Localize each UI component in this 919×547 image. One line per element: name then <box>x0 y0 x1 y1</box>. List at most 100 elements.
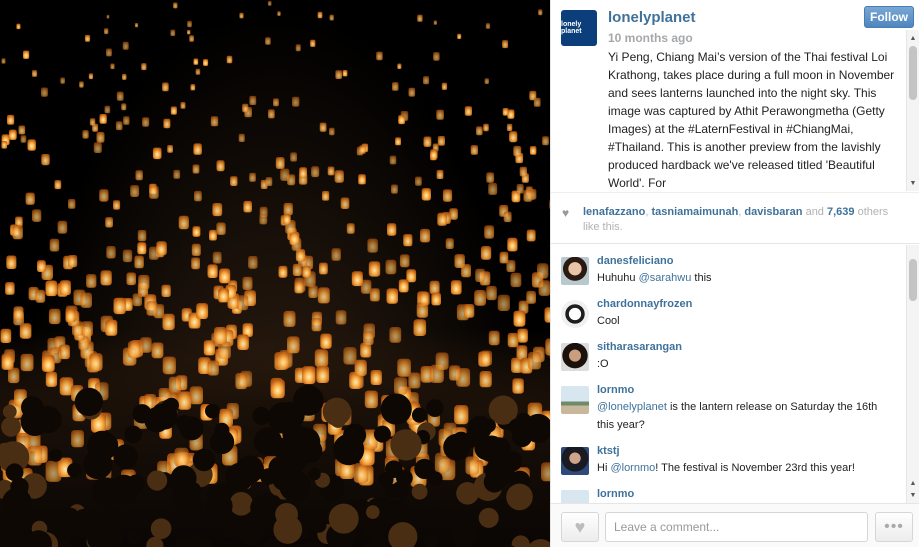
lantern-shape <box>13 306 24 320</box>
comments-list: danesfeliciano Huhuhu @sarahwu this char… <box>551 245 919 503</box>
liker-link[interactable]: tasniamaimunah <box>651 206 738 218</box>
lantern-shape <box>319 122 327 132</box>
lantern-shape <box>193 143 202 155</box>
lantern-shape <box>431 292 441 306</box>
comment-mention[interactable]: @lonelyplanet <box>597 401 667 413</box>
lantern-shape <box>265 177 273 186</box>
lantern-shape <box>429 280 440 295</box>
lantern-shape <box>499 251 509 264</box>
scroll-up-icon[interactable]: ▲ <box>907 477 919 489</box>
post-timestamp[interactable]: 10 months ago <box>608 31 693 45</box>
avatar[interactable] <box>561 490 589 503</box>
avatar[interactable] <box>561 447 589 475</box>
lantern-shape <box>189 386 203 405</box>
lantern-shape <box>100 270 112 286</box>
lantern-shape <box>273 98 279 107</box>
crowd-silhouette <box>229 492 253 516</box>
lantern-shape <box>290 152 297 162</box>
avatar[interactable] <box>561 257 589 285</box>
lantern-shape <box>526 229 536 242</box>
crowd-silhouette <box>390 429 422 461</box>
lantern-shape <box>302 366 316 384</box>
crowd-silhouette <box>322 397 352 426</box>
comment-username[interactable]: chardonnayfrozen <box>597 298 692 310</box>
crowd-silhouette <box>236 455 264 484</box>
lantern-shape <box>479 371 492 388</box>
lantern-shape <box>433 20 437 25</box>
crowd-silhouette <box>124 425 143 444</box>
lantern-shape <box>230 176 238 186</box>
comment-mention[interactable]: @sarahwu <box>639 272 692 284</box>
comment-username[interactable]: sitharasarangan <box>597 341 682 353</box>
post-username[interactable]: lonelyplanet <box>608 9 696 26</box>
lantern-shape <box>294 280 304 294</box>
liker-link[interactable]: davisbaran <box>744 206 802 218</box>
crowd-silhouette <box>378 472 394 488</box>
lantern-shape <box>71 430 84 448</box>
comment-username[interactable]: lornmo <box>597 384 634 396</box>
scroll-down-icon[interactable]: ▼ <box>907 489 919 501</box>
lantern-shape <box>105 319 118 336</box>
lantern-shape <box>115 121 123 131</box>
lantern-shape <box>267 0 272 6</box>
comment-username[interactable]: danesfeliciano <box>597 255 673 267</box>
lantern-shape <box>249 172 256 182</box>
crowd-silhouette <box>83 449 113 480</box>
lantern-shape <box>170 29 176 36</box>
lantern-shape <box>239 12 244 19</box>
crowd-silhouette <box>113 444 138 470</box>
like-button[interactable]: ♥ <box>561 512 599 542</box>
lantern-shape <box>127 341 141 358</box>
likes-count[interactable]: 7,639 <box>827 206 855 218</box>
crowd-silhouette <box>2 404 17 419</box>
avatar[interactable] <box>561 343 589 371</box>
lantern-shape <box>283 214 291 225</box>
lantern-shape <box>363 331 374 346</box>
lantern-shape <box>6 255 17 269</box>
crowd-silhouette <box>482 418 496 433</box>
crowd-silhouette <box>363 519 386 542</box>
lantern-shape <box>484 225 495 239</box>
lantern-shape <box>287 336 300 354</box>
lantern-shape <box>342 70 348 77</box>
crowd-silhouette <box>275 517 294 535</box>
lonelyplanet-avatar[interactable]: lonely planet <box>561 10 597 46</box>
lantern-shape <box>149 185 159 199</box>
comments-scroll-thumb[interactable] <box>909 259 917 301</box>
lantern-shape <box>311 166 320 178</box>
lantern-shape <box>1 58 6 64</box>
comments-scrollbar[interactable]: ▲ ▼ <box>906 245 919 503</box>
comment-username[interactable]: lornmo <box>597 488 634 500</box>
avatar[interactable] <box>561 300 589 328</box>
crowd-silhouette <box>443 433 471 461</box>
lantern-shape <box>27 445 43 466</box>
scroll-up-icon[interactable]: ▲ <box>907 32 919 44</box>
lantern-shape <box>389 327 402 343</box>
lantern-shape <box>163 118 171 129</box>
lantern-shape <box>48 308 61 325</box>
post-photo[interactable] <box>0 0 550 547</box>
caption-scrollbar[interactable]: ▲ ▼ <box>906 30 919 191</box>
follow-button[interactable]: Follow <box>864 6 914 28</box>
more-options-button[interactable]: ••• <box>875 512 913 542</box>
comment-text: :O <box>597 358 609 370</box>
lantern-shape <box>126 272 136 286</box>
lantern-shape <box>45 280 58 297</box>
lantern-shape <box>210 116 219 127</box>
avatar[interactable] <box>561 386 589 414</box>
comment-input[interactable] <box>605 512 868 542</box>
lantern-shape <box>513 310 526 327</box>
lantern-shape <box>216 222 226 235</box>
caption-scroll-thumb[interactable] <box>909 46 917 100</box>
lantern-shape <box>506 123 513 131</box>
lantern-shape <box>41 154 50 166</box>
lantern-shape <box>376 51 383 61</box>
lantern-shape <box>161 284 171 297</box>
comment-mention[interactable]: @lornmo <box>610 462 655 474</box>
crowd-silhouette <box>328 503 359 534</box>
lantern-shape <box>299 167 307 178</box>
scroll-down-icon[interactable]: ▼ <box>907 177 919 189</box>
comment-username[interactable]: ktstj <box>597 445 620 457</box>
liker-link[interactable]: lenafazzano <box>583 206 645 218</box>
lantern-shape <box>37 260 46 272</box>
